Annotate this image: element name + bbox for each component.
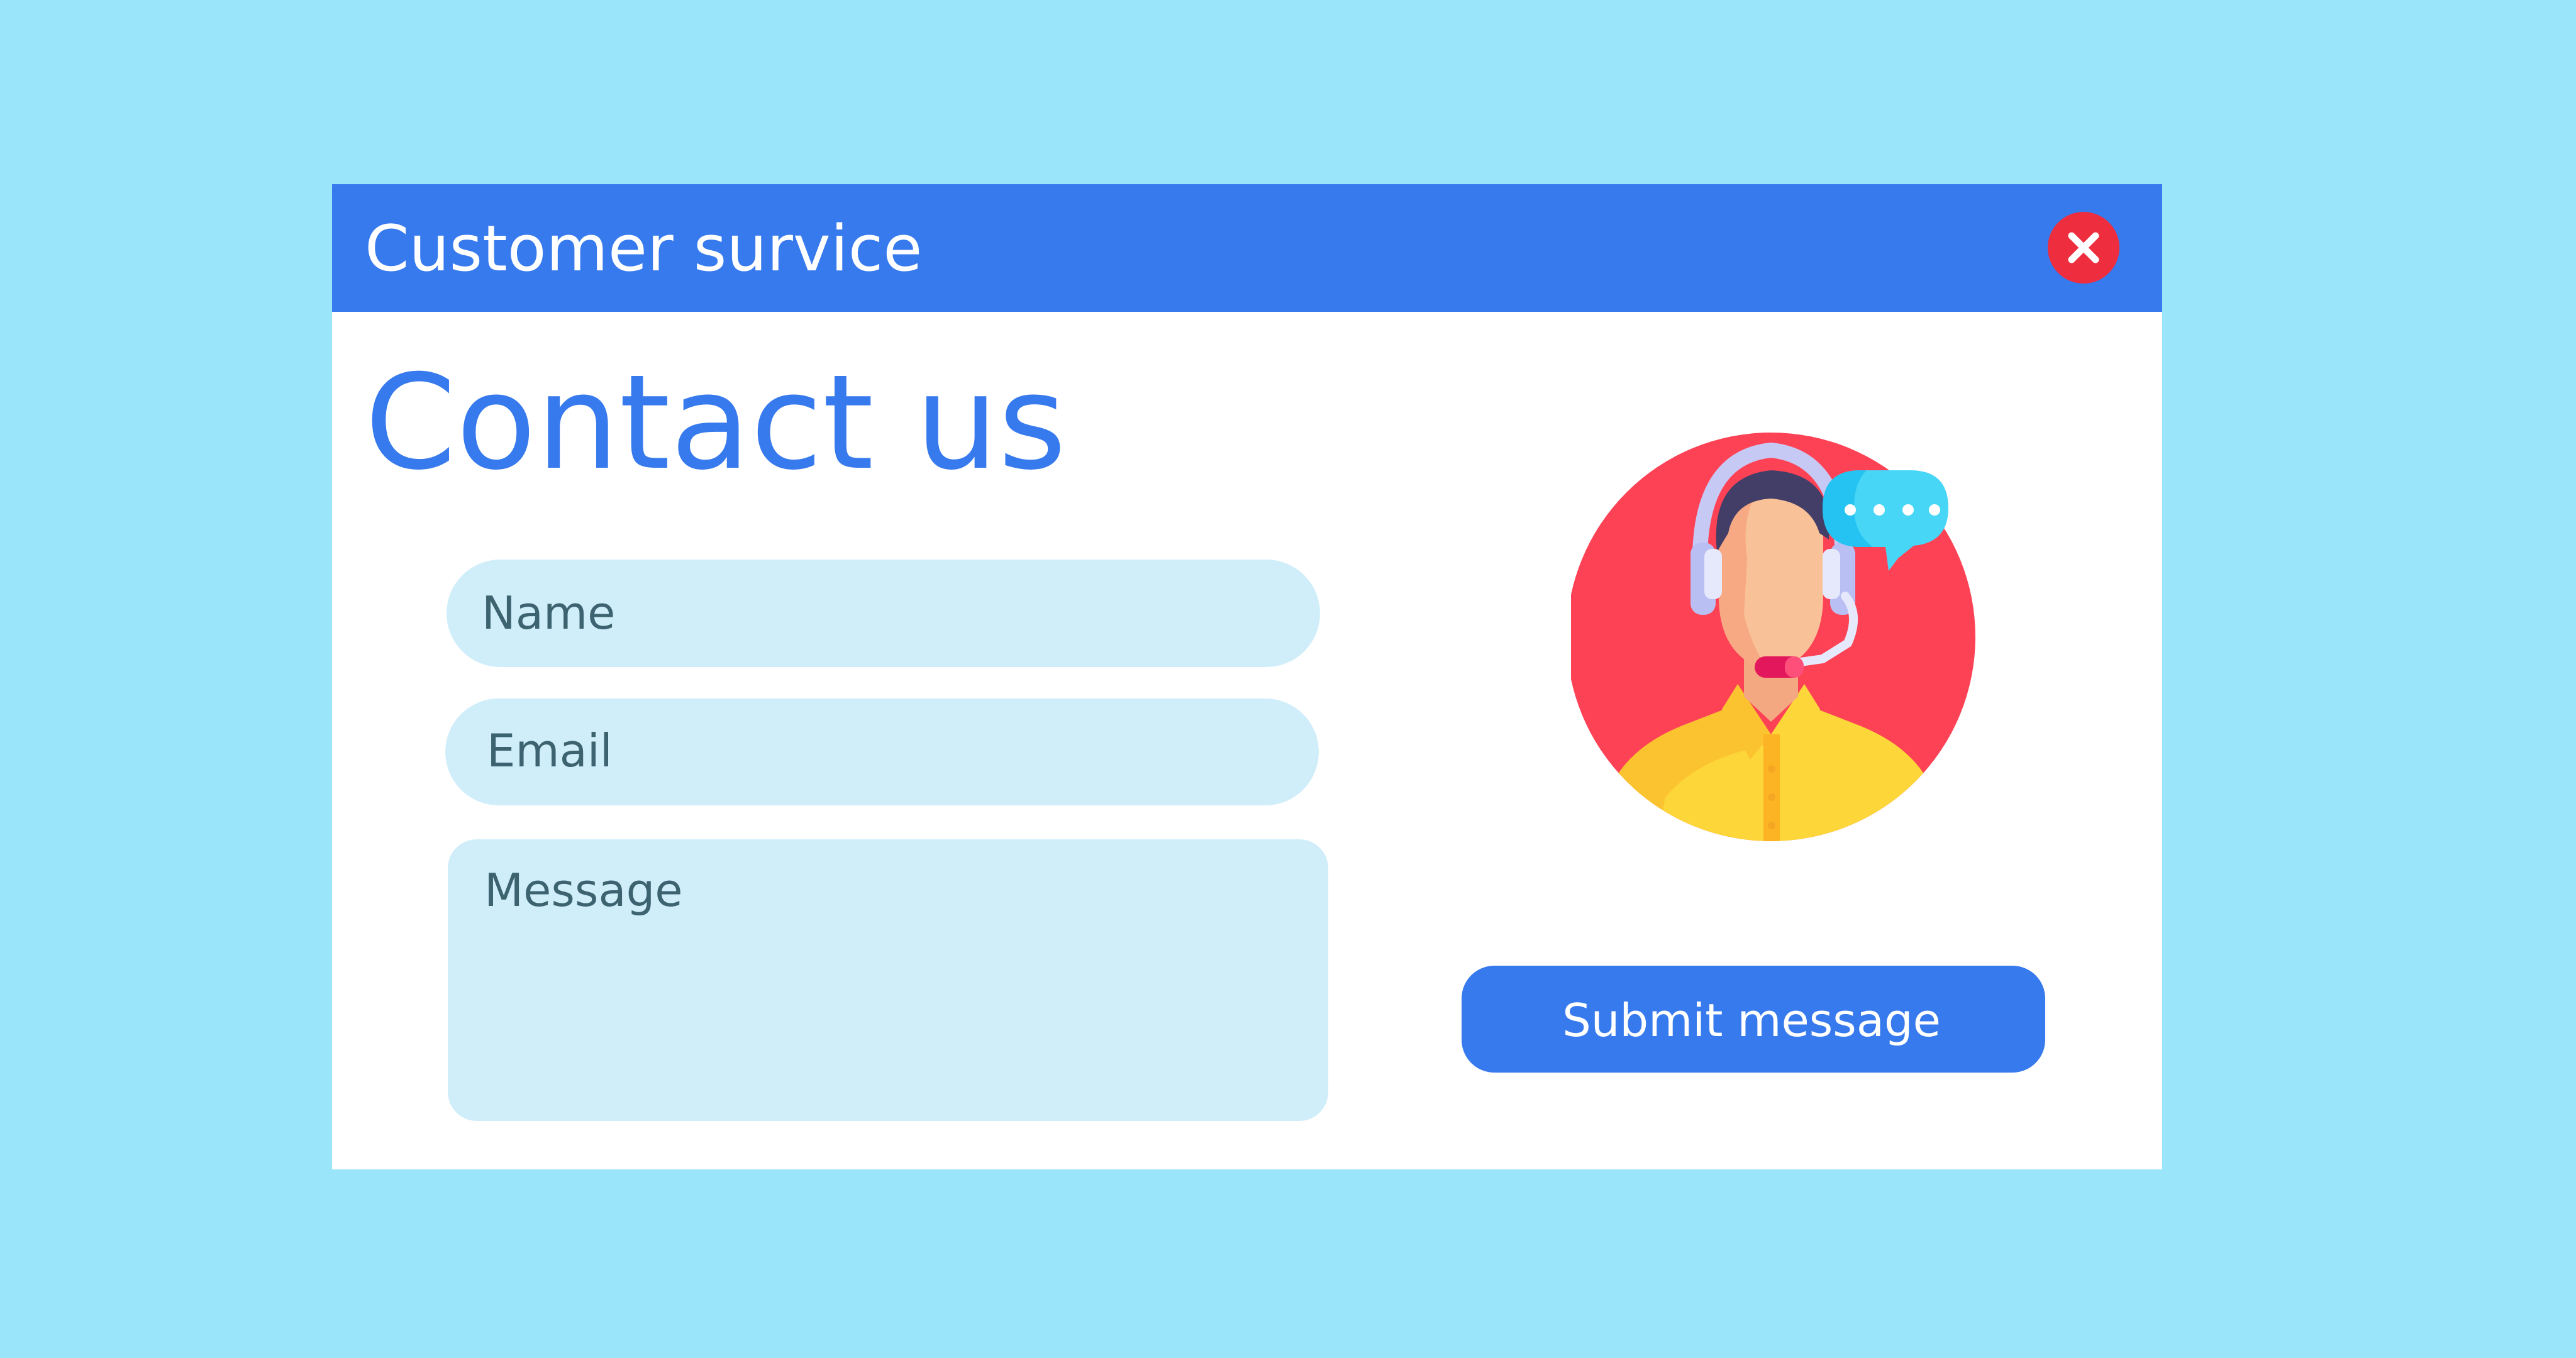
message-field[interactable]: Message (448, 839, 1328, 1121)
customer-support-agent-icon (1571, 433, 1975, 841)
title-bar: Customer survice (332, 184, 2162, 312)
message-placeholder: Message (484, 864, 683, 917)
close-icon (2068, 232, 2099, 263)
email-placeholder: Email (487, 724, 613, 777)
name-field[interactable]: Name (447, 560, 1320, 667)
window-title: Customer survice (365, 211, 923, 285)
name-placeholder: Name (482, 587, 616, 639)
submit-message-button[interactable]: Submit message (1462, 966, 2045, 1073)
submit-button-label: Submit message (1562, 994, 1941, 1047)
contact-dialog: Customer survice Contact us Name Email M… (332, 184, 2162, 1169)
page-title: Contact us (365, 347, 1067, 499)
email-field[interactable]: Email (445, 698, 1319, 805)
close-button[interactable] (2048, 212, 2119, 284)
